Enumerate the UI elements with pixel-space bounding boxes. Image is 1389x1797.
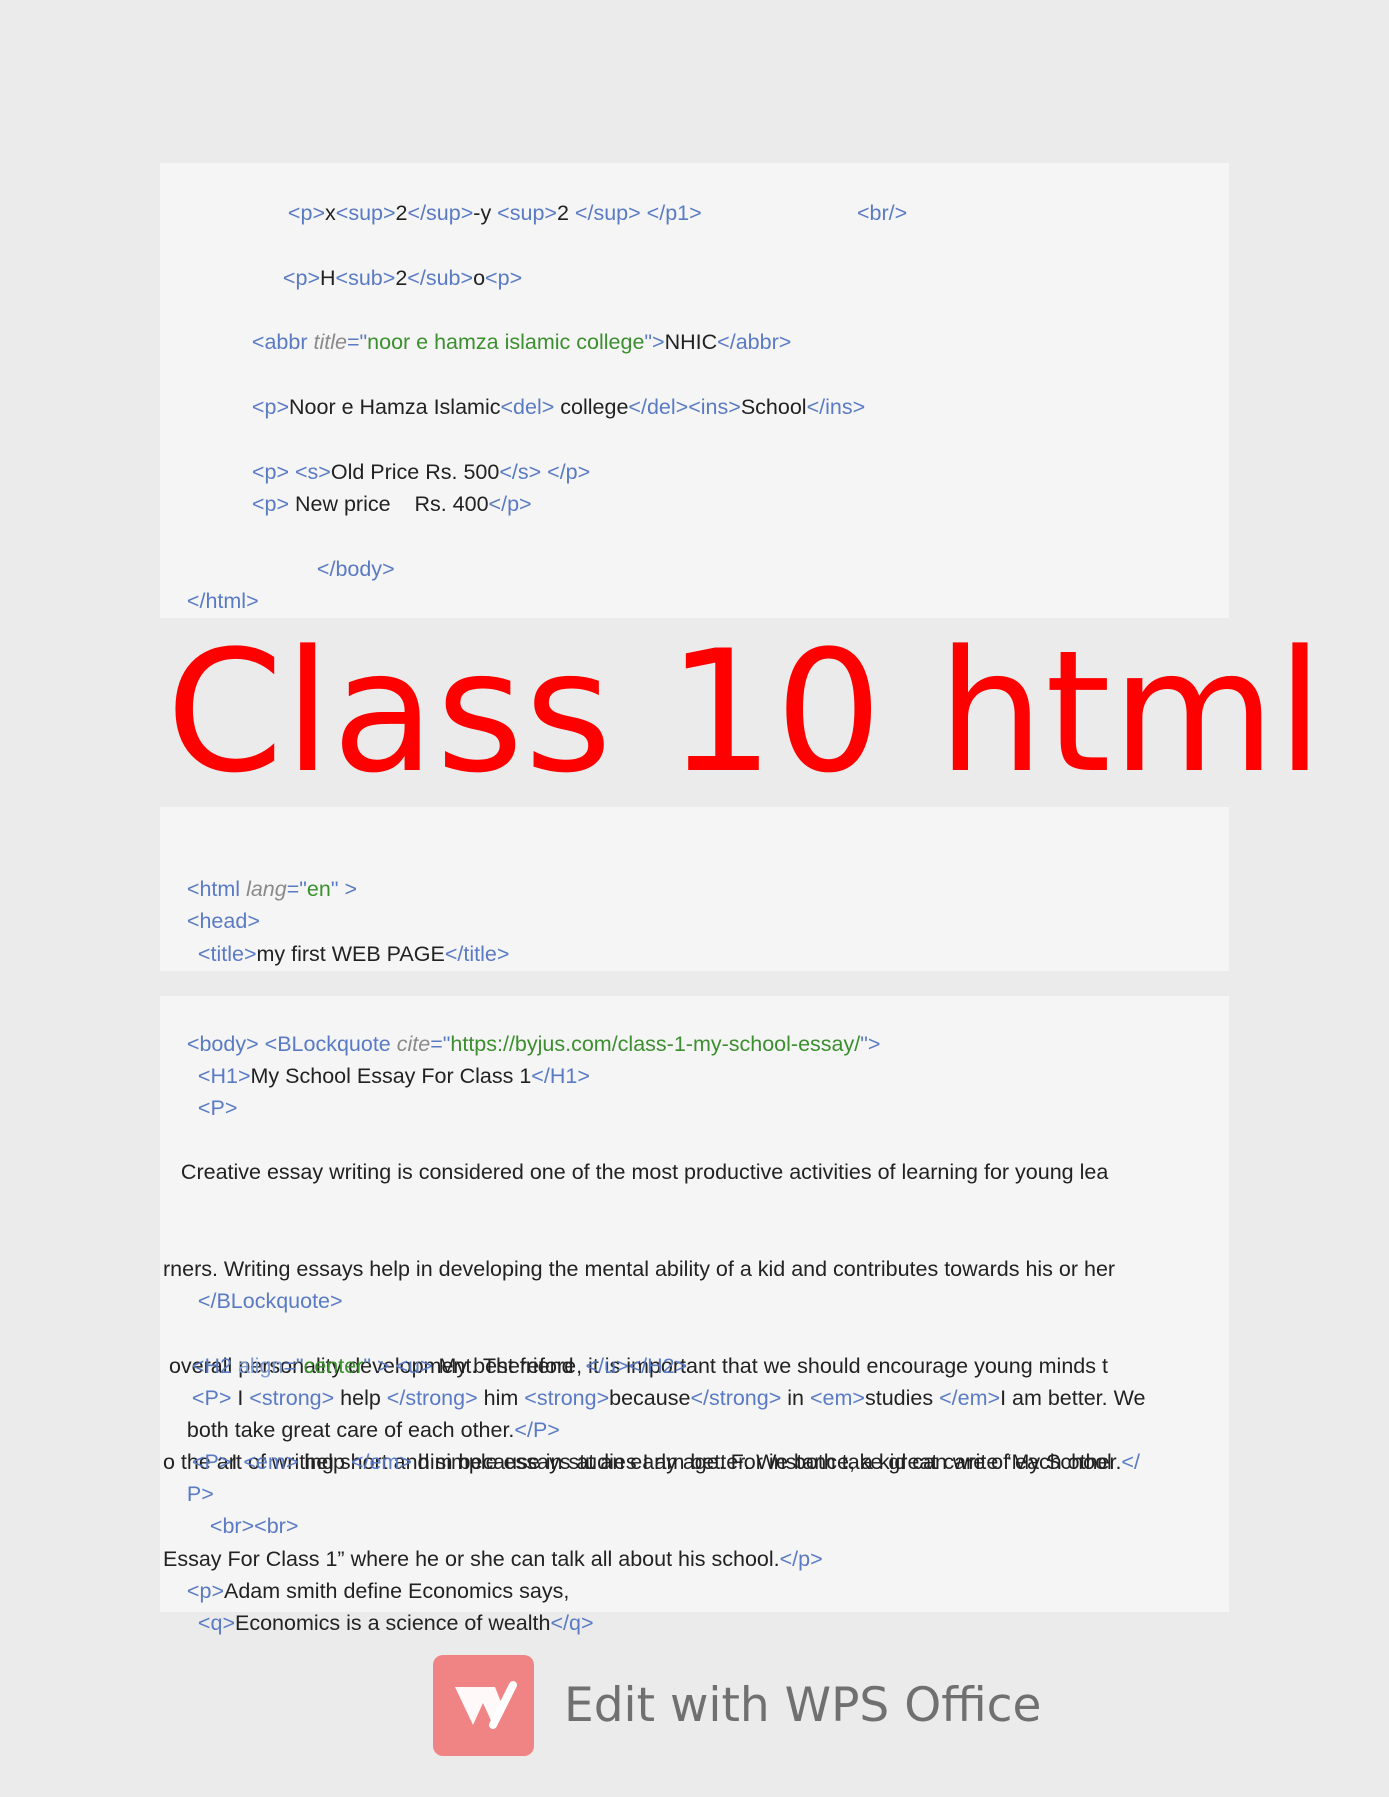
code-block-3: <body> <BLockquote cite="https://byjus.c…	[160, 996, 1229, 1635]
code-line: </body>	[316, 557, 395, 581]
page-title: Class 10 html	[166, 614, 1325, 810]
code-block-2: <html lang="en" > <head> <title>my first…	[160, 807, 1229, 971]
wps-edit-label[interactable]: Edit with WPS Office	[564, 1678, 1041, 1733]
wps-watermark[interactable]: Edit with WPS Office	[433, 1655, 1041, 1756]
code-line: <P>I <em> help </em> him because in stud…	[191, 1450, 1140, 1474]
paragraph-line: Creative essay writing is considered one…	[163, 1160, 1109, 1185]
code-block-1: <p>x<sup>2</sup>-y <sup>2 </sup> </p1> <…	[160, 163, 1229, 618]
wps-logo-icon	[433, 1655, 534, 1756]
